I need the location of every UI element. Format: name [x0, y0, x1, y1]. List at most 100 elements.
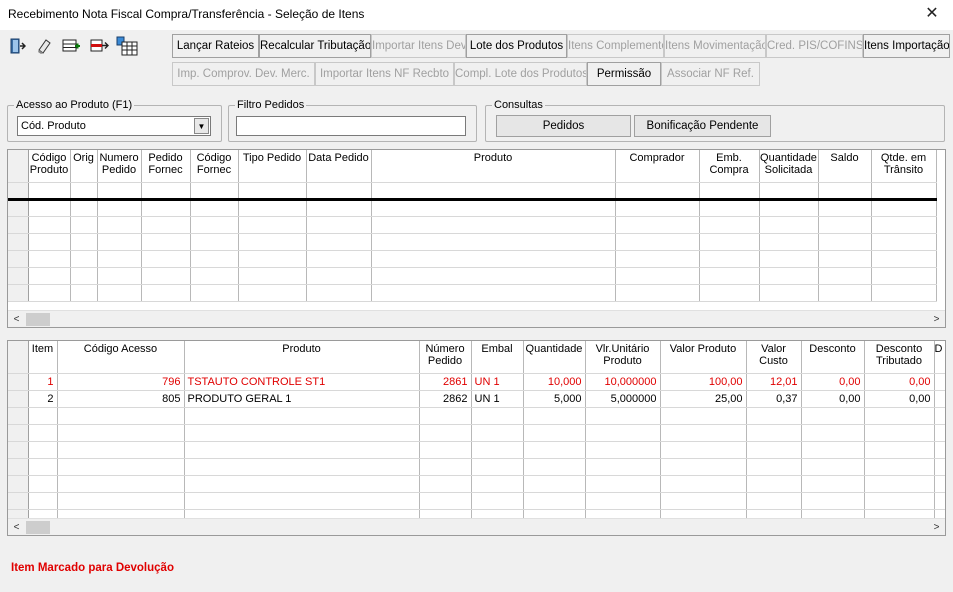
col-data-pedido[interactable]: Data Pedido [306, 150, 372, 183]
col-codigo-fornec[interactable]: Código Fornec [190, 150, 239, 183]
produto-name: PRODUTO GERAL 1 [184, 390, 420, 408]
desconto-tributado: 0,00 [864, 373, 935, 391]
table-row[interactable] [8, 250, 937, 268]
table-row[interactable] [8, 441, 945, 459]
col-pedido-fornec[interactable]: Pedido Fornec [141, 150, 191, 183]
col-valor-custo[interactable]: Valor Custo [746, 341, 802, 374]
window-title: Recebimento Nota Fiscal Compra/Transferê… [8, 7, 365, 21]
desconto: 0,00 [801, 373, 865, 391]
orders-grid[interactable]: Código Produto Orig Numero Pedido Pedido… [7, 149, 946, 328]
col-comprador[interactable]: Comprador [615, 150, 700, 183]
imp-comprov-dev-merc-button[interactable]: Imp. Comprov. Dev. Merc. [172, 62, 315, 86]
table-row[interactable]: 2 805 PRODUTO GERAL 1 2862 UN 1 5,000 5,… [8, 390, 945, 408]
lancar-rateios-button[interactable]: Lançar Rateios [172, 34, 259, 58]
itens-complemento-button[interactable]: Itens Complemento [567, 34, 664, 58]
scroll-right-icon[interactable]: > [928, 311, 945, 327]
desconto-tributado: 0,00 [864, 390, 935, 408]
associar-nf-ref-button[interactable]: Associar NF Ref. [661, 62, 760, 86]
codigo-acesso: 796 [57, 373, 185, 391]
col-quantidade[interactable]: Quantidade [523, 341, 586, 374]
table-row[interactable] [8, 284, 937, 302]
close-icon[interactable]: ✕ [919, 3, 945, 25]
col-qtde-transito[interactable]: Qtde. em Trânsito [871, 150, 937, 183]
col-orig[interactable]: Orig [70, 150, 98, 183]
col-produto[interactable]: Produto [371, 150, 616, 183]
permissao-button[interactable]: Permissão [587, 62, 661, 86]
col-desconto[interactable]: Desconto [801, 341, 865, 374]
lote-dos-produtos-button[interactable]: Lote dos Produtos [466, 34, 567, 58]
table-row[interactable] [8, 267, 937, 285]
desconto: 0,00 [801, 390, 865, 408]
item-number: 1 [28, 373, 58, 391]
title-bar: Recebimento Nota Fiscal Compra/Transferê… [0, 0, 953, 30]
table-row[interactable] [8, 199, 937, 217]
add-row-icon[interactable] [58, 34, 83, 58]
itens-importacao-button[interactable]: Itens Importação [863, 34, 950, 58]
col-codigo-acesso[interactable]: Código Acesso [57, 341, 185, 374]
acesso-produto-select[interactable]: Cód. Produto ▼ [17, 116, 211, 136]
col-d-s[interactable]: D S [934, 341, 945, 374]
table-row[interactable] [8, 182, 937, 200]
acesso-produto-selected: Cód. Produto [21, 120, 86, 132]
col-item[interactable]: Item [28, 341, 58, 374]
pedidos-button[interactable]: Pedidos [496, 115, 631, 137]
orders-horizontal-scrollbar[interactable]: < > [8, 310, 945, 327]
items-grid[interactable]: Item Código Acesso Produto Número Pedido… [7, 340, 946, 536]
valor-produto: 100,00 [660, 373, 747, 391]
table-row[interactable] [8, 216, 937, 234]
itens-movimentacao-button[interactable]: Itens Movimentação [664, 34, 766, 58]
cred-pis-cofins-button[interactable]: Cred. PIS/COFINS [766, 34, 863, 58]
col-embal[interactable]: Embal [471, 341, 524, 374]
table-row[interactable] [8, 233, 937, 251]
quantidade: 5,000 [523, 390, 586, 408]
table-row[interactable] [8, 475, 945, 493]
table-row[interactable] [8, 492, 945, 510]
valor-custo: 0,37 [746, 390, 802, 408]
items-horizontal-scrollbar[interactable]: < > [8, 518, 945, 535]
filtro-pedidos-input[interactable] [236, 116, 466, 136]
scroll-left-icon[interactable]: < [8, 311, 25, 327]
col-saldo[interactable]: Saldo [818, 150, 872, 183]
vlr-unitario: 10,000000 [585, 373, 661, 391]
embal: UN 1 [471, 373, 524, 391]
table-row[interactable] [8, 407, 945, 425]
produto-name: TSTAUTO CONTROLE ST1 [184, 373, 420, 391]
scroll-left-icon[interactable]: < [8, 519, 25, 535]
chevron-down-icon[interactable]: ▼ [194, 118, 209, 134]
consultas-legend: Consultas [492, 99, 545, 111]
scroll-thumb[interactable] [26, 313, 50, 326]
col-desconto-tributado[interactable]: Desconto Tributado [864, 341, 935, 374]
recalcular-tributacao-button[interactable]: Recalcular Tributação [259, 34, 371, 58]
col-codigo-produto[interactable]: Código Produto [28, 150, 71, 183]
importar-itens-nf-recbto-button[interactable]: Importar Itens NF Recbto [315, 62, 454, 86]
scroll-thumb[interactable] [26, 521, 50, 534]
valor-produto: 25,00 [660, 390, 747, 408]
status-message: Item Marcado para Devolução [11, 562, 174, 574]
items-header-row: Item Código Acesso Produto Número Pedido… [8, 341, 945, 374]
importar-itens-dev-button[interactable]: Importar Itens Dev. [371, 34, 466, 58]
codigo-acesso: 805 [57, 390, 185, 408]
scroll-right-icon[interactable]: > [928, 519, 945, 535]
col-numero-pedido[interactable]: Numero Pedido [97, 150, 142, 183]
table-row[interactable]: 1 796 TSTAUTO CONTROLE ST1 2861 UN 1 10,… [8, 373, 945, 391]
col-quantidade-solicitada[interactable]: Quantidade Solicitada [759, 150, 819, 183]
col-produto[interactable]: Produto [184, 341, 420, 374]
row-indicator-header [8, 341, 29, 374]
table-row[interactable] [8, 424, 945, 442]
col-tipo-pedido[interactable]: Tipo Pedido [238, 150, 307, 183]
items-table: Item Código Acesso Produto Número Pedido… [8, 341, 945, 527]
col-numero-pedido[interactable]: Número Pedido [419, 341, 472, 374]
bonificacao-pendente-button[interactable]: Bonificação Pendente [634, 115, 771, 137]
eraser-icon[interactable] [31, 34, 56, 58]
col-valor-produto[interactable]: Valor Produto [660, 341, 747, 374]
remove-row-icon[interactable] [86, 34, 111, 58]
compl-lote-dos-produtos-button[interactable]: Compl. Lote dos Produtos [454, 62, 587, 86]
table-row[interactable] [8, 458, 945, 476]
acesso-produto-legend: Acesso ao Produto (F1) [14, 99, 135, 111]
exit-door-icon[interactable] [4, 34, 29, 58]
col-vlr-unitario[interactable]: Vlr.Unitário Produto [585, 341, 661, 374]
numero-pedido: 2861 [419, 373, 472, 391]
filtro-pedidos-legend: Filtro Pedidos [235, 99, 307, 111]
grid-select-icon[interactable] [114, 34, 139, 58]
col-emb-compra[interactable]: Emb. Compra [699, 150, 760, 183]
